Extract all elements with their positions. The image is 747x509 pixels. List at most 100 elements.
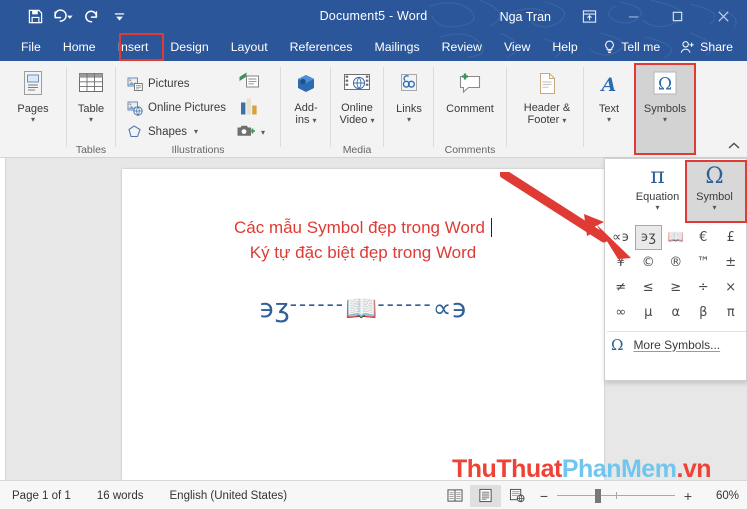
ribbon-tab-bar: File Home Insert Design Layout References Mail… (0, 33, 747, 61)
table-caret-icon[interactable]: ▾ (89, 116, 93, 124)
watermark-part-2: PhanMem (561, 455, 677, 483)
links-button[interactable]: Links ▾ (383, 65, 435, 137)
symbol-division[interactable]: ÷ (690, 275, 718, 300)
redo-icon[interactable] (78, 5, 104, 29)
text-a-icon: A (597, 67, 621, 101)
tell-me-button[interactable]: Tell me (593, 33, 670, 61)
share-person-icon (680, 41, 694, 53)
symbol-so-ligature[interactable]: ∝϶ (607, 225, 635, 250)
smartart-button[interactable] (238, 71, 260, 96)
text-caret-icon[interactable]: ▾ (607, 116, 611, 124)
zoom-level[interactable]: 60% (707, 490, 739, 502)
pictures-button[interactable]: Pictures (126, 73, 190, 94)
symbol-euro[interactable]: € (690, 225, 718, 250)
page-info[interactable]: Page 1 of 1 (12, 490, 71, 502)
read-mode-icon[interactable] (439, 485, 470, 507)
symbols-caret-icon[interactable]: ▾ (663, 116, 667, 124)
symbol-cs-ligature[interactable]: ϶ʒ (634, 225, 662, 250)
header-footer-caret-icon[interactable]: ▾ (562, 116, 566, 125)
equation-caret-icon[interactable]: ▾ (655, 204, 659, 212)
zoom-slider[interactable] (557, 488, 675, 503)
equation-button[interactable]: π Equation ▾ (629, 159, 686, 223)
online-pictures-button[interactable]: Online Pictures (126, 97, 226, 118)
symbol-pound[interactable]: £ (717, 225, 745, 250)
online-video-caret-icon[interactable]: ▾ (370, 116, 374, 125)
symbol-trademark[interactable]: ™ (690, 250, 718, 275)
decoration-left-glyph: ϶ʒ (258, 294, 290, 324)
minimize-icon[interactable] (611, 0, 655, 33)
zoom-in-button[interactable]: + (682, 488, 694, 504)
close-icon[interactable] (699, 0, 747, 33)
zoom-slider-midpoint (616, 491, 617, 499)
save-icon[interactable] (22, 5, 48, 29)
addins-caret-icon[interactable]: ▾ (313, 116, 317, 125)
online-video-label: Online Video ▾ (339, 102, 375, 126)
zoom-out-button[interactable]: − (538, 488, 550, 504)
print-layout-icon[interactable] (470, 484, 501, 507)
tab-home[interactable]: Home (52, 33, 107, 61)
customize-qat-icon[interactable] (106, 5, 132, 29)
symbol-caret-icon[interactable]: ▾ (712, 204, 716, 212)
document-page[interactable]: Các mẫu Symbol đẹp trong Word Ký tự đặc … (122, 169, 604, 480)
symbol-greater-equal[interactable]: ≥ (662, 275, 690, 300)
symbol-copyright[interactable]: © (635, 250, 663, 275)
collapse-ribbon-icon[interactable] (727, 141, 741, 154)
language-indicator[interactable]: English (United States) (170, 490, 288, 502)
online-video-button[interactable]: Online Video ▾ (331, 65, 383, 137)
tab-view[interactable]: View (493, 33, 541, 61)
symbol-registered[interactable]: ® (662, 250, 690, 275)
shapes-button[interactable]: Shapes ▾ (126, 121, 198, 142)
ribbon-display-options-icon[interactable] (567, 0, 611, 33)
tab-file[interactable]: File (10, 33, 52, 61)
more-symbols-item[interactable]: Ω More Symbols... (607, 331, 746, 357)
symbol-alpha[interactable]: α (662, 300, 690, 325)
web-layout-icon[interactable] (501, 485, 532, 507)
symbol-multiplication[interactable]: × (717, 275, 745, 300)
tab-references[interactable]: References (279, 33, 364, 61)
addins-button[interactable]: Add-ins ▾ (280, 65, 332, 137)
lightbulb-icon (605, 40, 615, 53)
zoom-control: − + 60% (538, 488, 739, 504)
tab-review[interactable]: Review (431, 33, 493, 61)
share-button[interactable]: Share (670, 33, 743, 61)
links-caret-icon[interactable]: ▾ (407, 116, 411, 124)
pages-caret-icon[interactable]: ▾ (31, 116, 35, 124)
symbol-pi[interactable]: π (717, 300, 745, 325)
symbol-less-equal[interactable]: ≤ (635, 275, 663, 300)
svg-text:A: A (600, 74, 617, 96)
shapes-caret-icon[interactable]: ▾ (194, 127, 198, 136)
word-count[interactable]: 16 words (97, 490, 144, 502)
header-footer-label: Header & Footer ▾ (523, 102, 571, 126)
symbol-not-equal[interactable]: ≠ (607, 275, 635, 300)
symbol-button[interactable]: Ω Symbol ▾ (686, 159, 743, 223)
tab-layout[interactable]: Layout (220, 33, 279, 61)
user-account-name[interactable]: Nga Tran (500, 10, 551, 24)
symbol-plus-minus[interactable]: ± (717, 250, 745, 275)
symbol-mu[interactable]: μ (635, 300, 663, 325)
group-separator (634, 67, 635, 147)
screenshot-button[interactable]: ▾ (236, 123, 265, 141)
zoom-slider-thumb[interactable] (595, 488, 601, 503)
tab-design[interactable]: Design (159, 33, 219, 61)
table-button[interactable]: Table ▾ (65, 65, 117, 137)
comment-button[interactable]: Comment (444, 65, 496, 137)
links-label: Links (396, 103, 422, 115)
undo-icon[interactable] (50, 5, 76, 29)
header-footer-button[interactable]: Header & Footer ▾ (519, 65, 575, 137)
pages-button[interactable]: Pages ▾ (7, 65, 59, 137)
maximize-icon[interactable] (655, 0, 699, 33)
symbol-grid-row: ≠ ≤ ≥ ÷ × (607, 275, 746, 300)
chart-button[interactable] (238, 97, 260, 122)
text-button[interactable]: A Text ▾ (583, 65, 635, 137)
tab-help[interactable]: Help (541, 33, 588, 61)
symbol-infinity[interactable]: ∞ (607, 300, 635, 325)
tab-insert[interactable]: Insert (107, 33, 160, 61)
tab-mailings[interactable]: Mailings (364, 33, 431, 61)
symbol-yen[interactable]: ¥ (607, 250, 635, 275)
symbol-beta[interactable]: β (690, 300, 718, 325)
status-bar-right: − + 60% (439, 481, 739, 509)
symbol-open-book[interactable]: 📖 (662, 225, 690, 250)
symbols-button[interactable]: Ω Symbols ▾ (639, 65, 691, 137)
illustrations-group-label: Illustrations (171, 144, 225, 156)
screenshot-caret-icon[interactable]: ▾ (261, 128, 265, 137)
